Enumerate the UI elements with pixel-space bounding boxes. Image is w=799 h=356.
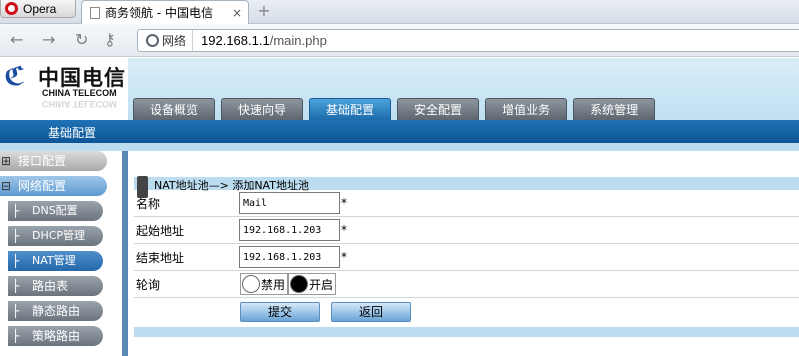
opera-menu-label: Opera bbox=[23, 1, 57, 16]
back-icon[interactable]: ← bbox=[10, 31, 23, 49]
page-icon bbox=[90, 6, 100, 19]
decorative-band bbox=[0, 143, 799, 151]
expand-icon[interactable]: ⊞ bbox=[1, 151, 11, 171]
site-info-button[interactable]: 网络 bbox=[138, 30, 194, 51]
submit-button[interactable]: 提交 bbox=[240, 302, 320, 322]
sidebar-item-nat-management[interactable]: ├ NAT管理 bbox=[8, 251, 103, 271]
address-toolbar: ← → ↻ ⚷ 网络 192.168.1.1/main.php bbox=[0, 24, 799, 57]
new-tab-button[interactable]: + bbox=[255, 3, 273, 19]
polling-enable-option[interactable]: 开启 bbox=[288, 273, 337, 295]
sidebar-item-label: 静态路由 bbox=[32, 304, 81, 318]
sidebar-item-network-config[interactable]: ⊟ 网络配置 bbox=[0, 176, 107, 196]
tree-branch-icon: ├ bbox=[12, 329, 20, 343]
address-bar[interactable]: 网络 192.168.1.1/main.php bbox=[137, 29, 799, 52]
tab-title: 商务领航 - 中国电信 bbox=[105, 6, 213, 20]
radio-enable[interactable] bbox=[290, 275, 308, 293]
sidebar-item-label: 接口配置 bbox=[18, 154, 67, 168]
logo-reflection: CHINA TELECOM bbox=[42, 99, 117, 109]
tree-branch-icon: ├ bbox=[12, 304, 20, 318]
start-address-field[interactable]: 192.168.1.203 bbox=[239, 219, 340, 241]
name-field[interactable]: Mail bbox=[239, 192, 340, 214]
radio-disable-label: 禁用 bbox=[261, 277, 286, 292]
site-info-label: 网络 bbox=[162, 34, 187, 48]
web-page: ℭ 中国电信 CHINA TELECOM CHINA TELECOM 设备概览 … bbox=[0, 58, 799, 356]
menu-device-overview[interactable]: 设备概览 bbox=[133, 98, 216, 120]
sidebar-divider bbox=[122, 151, 128, 356]
polling-disable-option[interactable]: 禁用 bbox=[240, 273, 289, 295]
menu-quick-wizard[interactable]: 快速向导 bbox=[221, 98, 304, 120]
start-address-label: 起始地址 bbox=[136, 224, 185, 238]
logo-english-text: CHINA TELECOM bbox=[42, 88, 117, 98]
radio-disable[interactable] bbox=[242, 275, 260, 293]
end-address-field[interactable]: 192.168.1.203 bbox=[239, 246, 340, 268]
url-path: /main.php bbox=[269, 33, 327, 48]
form-row-polling: 轮询 禁用 开启 bbox=[134, 271, 799, 298]
sidebar-item-label: 策略路由 bbox=[32, 329, 81, 343]
sidebar-item-label: DNS配置 bbox=[32, 204, 78, 217]
tree-branch-icon: ├ bbox=[12, 204, 20, 218]
tree-branch-icon: ├ bbox=[12, 279, 20, 293]
radio-enable-label: 开启 bbox=[309, 277, 334, 292]
form-row-start-address: 起始地址 192.168.1.203 * bbox=[134, 217, 799, 244]
menu-system-management[interactable]: 系统管理 bbox=[573, 98, 656, 120]
china-telecom-logo: ℭ 中国电信 CHINA TELECOM CHINA TELECOM bbox=[0, 58, 128, 120]
reload-icon[interactable]: ↻ bbox=[75, 31, 88, 49]
main-content: NAT地址池—> 添加NAT地址池 名称 Mail * 起始地址 192.168… bbox=[134, 151, 799, 356]
form-row-name: 名称 Mail * bbox=[134, 190, 799, 217]
back-button[interactable]: 返回 bbox=[331, 302, 411, 322]
browser-tab[interactable]: 商务领航 - 中国电信 × bbox=[81, 0, 249, 24]
subnav-title: 基础配置 bbox=[48, 126, 97, 140]
tree-branch-icon: ├ bbox=[12, 254, 20, 268]
sidebar-item-routing-table[interactable]: ├ 路由表 bbox=[8, 276, 103, 296]
sidebar-item-label: 网络配置 bbox=[18, 179, 67, 193]
sidebar-item-dhcp-management[interactable]: ├ DHCP管理 bbox=[8, 226, 103, 246]
sidebar-item-static-route[interactable]: ├ 静态路由 bbox=[8, 301, 103, 321]
menu-security-config[interactable]: 安全配置 bbox=[397, 98, 480, 120]
decorative-band bbox=[134, 327, 799, 337]
form-row-end-address: 结束地址 192.168.1.203 * bbox=[134, 244, 799, 271]
required-marker: * bbox=[341, 250, 347, 264]
sidebar: ⊞ 接口配置 ⊟ 网络配置 ├ DNS配置 ├ DHCP管理 ├ NAT管理 ├… bbox=[0, 151, 128, 356]
polling-label: 轮询 bbox=[136, 278, 161, 292]
main-menu: 设备概览 快速向导 基础配置 安全配置 增值业务 系统管理 bbox=[133, 98, 656, 120]
browser-tab-bar: Opera 商务领航 - 中国电信 × + bbox=[0, 0, 799, 24]
required-marker: * bbox=[341, 223, 347, 237]
opera-menu-button[interactable]: Opera bbox=[0, 0, 76, 18]
opera-logo-icon bbox=[5, 2, 18, 15]
tab-close-icon[interactable]: × bbox=[232, 6, 242, 20]
sidebar-item-label: DHCP管理 bbox=[32, 229, 86, 242]
sub-navigation-bar: 基础配置 bbox=[0, 120, 799, 143]
menu-value-added[interactable]: 增值业务 bbox=[485, 98, 568, 120]
menu-basic-config[interactable]: 基础配置 bbox=[309, 98, 392, 120]
telecom-emblem-icon: ℭ bbox=[4, 62, 26, 92]
sidebar-item-label: 路由表 bbox=[32, 279, 69, 293]
url-text[interactable]: 192.168.1.1/main.php bbox=[193, 33, 327, 48]
required-marker: * bbox=[341, 196, 347, 210]
end-address-label: 结束地址 bbox=[136, 251, 185, 265]
page-header: ℭ 中国电信 CHINA TELECOM CHINA TELECOM 设备概览 … bbox=[0, 58, 799, 120]
sidebar-item-interface-config[interactable]: ⊞ 接口配置 bbox=[0, 151, 107, 171]
collapse-icon[interactable]: ⊟ bbox=[1, 176, 11, 196]
sidebar-item-label: NAT管理 bbox=[32, 254, 76, 267]
name-label: 名称 bbox=[136, 197, 161, 211]
globe-icon bbox=[146, 34, 159, 47]
sidebar-item-dns-config[interactable]: ├ DNS配置 bbox=[8, 201, 103, 221]
sidebar-item-policy-route[interactable]: ├ 策略路由 bbox=[8, 326, 103, 346]
tree-branch-icon: ├ bbox=[12, 229, 20, 243]
key-icon[interactable]: ⚷ bbox=[104, 31, 116, 49]
forward-icon[interactable]: → bbox=[42, 31, 55, 49]
url-host: 192.168.1.1 bbox=[201, 33, 270, 48]
